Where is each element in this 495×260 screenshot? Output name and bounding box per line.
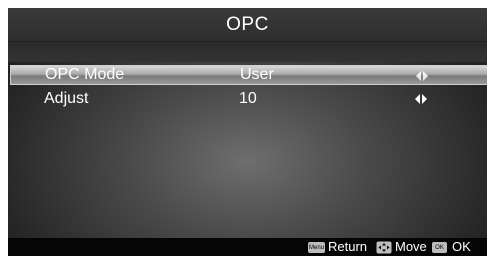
title-bar: OPC [8,8,487,42]
ok-hint: OK [452,239,471,254]
menu-key-icon: Menu [308,242,325,253]
menu-title: OPC [226,13,269,35]
footer-hint-bar: Menu Return Move OK OK [8,238,487,256]
move-hint: Move [395,239,427,254]
menu-row-label: OPC Mode [45,66,125,83]
ok-key-icon: OK [432,242,447,253]
menu-row-value: User [240,66,274,83]
menu-row-label: Adjust [44,90,89,107]
dpad-icon [376,241,392,254]
left-right-arrows-icon[interactable] [415,70,429,82]
header-divider-bar [8,42,487,62]
left-right-arrows-icon[interactable] [414,93,428,105]
opc-menu-panel: OPC OPC Mode User Adjust 10 Menu Return … [8,8,487,256]
menu-row-opc-mode[interactable]: OPC Mode User [10,65,487,85]
menu-row-adjust[interactable]: Adjust 10 [10,89,487,109]
menu-row-value: 10 [239,90,257,107]
return-hint: Return [328,239,368,254]
